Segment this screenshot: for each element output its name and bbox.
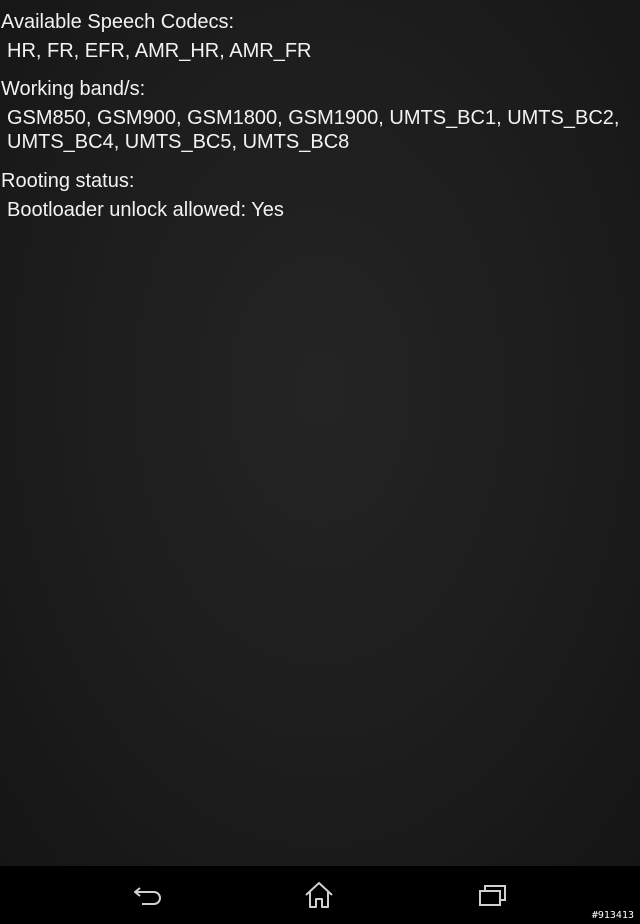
watermark-label: #913413 xyxy=(589,909,636,922)
navigation-bar: #913413 xyxy=(0,866,640,924)
info-screen: Available Speech Codecs: HR, FR, EFR, AM… xyxy=(0,0,640,866)
back-icon xyxy=(134,887,161,905)
working-bands-label: Working band/s: xyxy=(1,78,146,100)
rooting-status-label: Rooting status: xyxy=(1,170,135,192)
home-icon xyxy=(305,882,333,908)
rooting-status-section: Rooting status: Bootloader unlock allowe… xyxy=(0,169,636,222)
back-button[interactable] xyxy=(128,878,168,912)
recents-icon xyxy=(479,885,506,906)
speech-codecs-value: HR, FR, EFR, AMR_HR, AMR_FR xyxy=(7,40,312,62)
working-bands-section: Working band/s: GSM850, GSM900, GSM1800,… xyxy=(0,77,636,154)
home-button[interactable] xyxy=(299,878,339,912)
recents-button[interactable] xyxy=(472,878,512,912)
rooting-status-value: Bootloader unlock allowed: Yes xyxy=(7,199,284,221)
speech-codecs-section: Available Speech Codecs: HR, FR, EFR, AM… xyxy=(0,10,636,63)
speech-codecs-label: Available Speech Codecs: xyxy=(1,11,235,33)
working-bands-value: GSM850, GSM900, GSM1800, GSM1900, UMTS_B… xyxy=(7,107,620,153)
